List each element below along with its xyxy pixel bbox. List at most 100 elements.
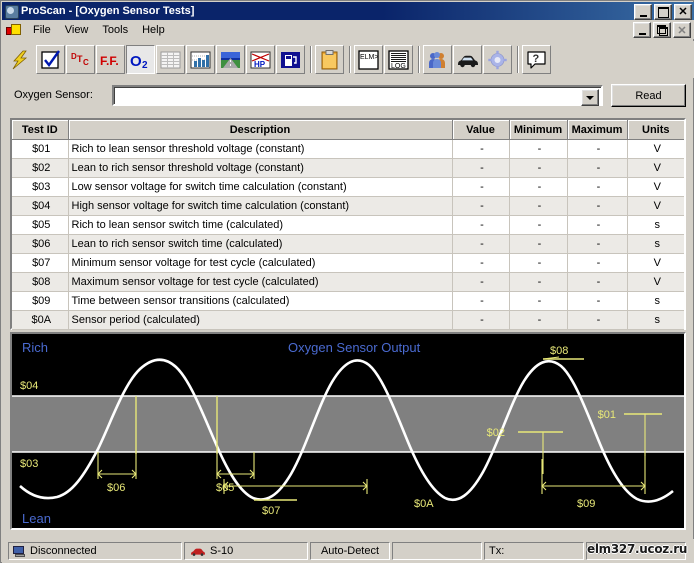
graph-title: Oxygen Sensor Output xyxy=(288,340,421,355)
table-row[interactable]: $0A Sensor period (calculated) - - - s xyxy=(12,310,684,330)
cell-value: - xyxy=(452,158,510,178)
fuel-economy-button[interactable] xyxy=(276,45,305,74)
cell-value: - xyxy=(452,177,510,197)
cell-description: Maximum sensor voltage for test cycle (c… xyxy=(68,272,453,292)
users-button[interactable] xyxy=(423,45,452,74)
cell-maximum: - xyxy=(567,139,628,159)
help-button[interactable]: ? xyxy=(522,45,551,74)
table-row[interactable]: $04 High sensor voltage for switch time c… xyxy=(12,196,684,216)
menu-item-view[interactable]: View xyxy=(58,22,96,38)
computer-icon xyxy=(13,545,26,557)
svg-text:LOG: LOG xyxy=(391,63,406,70)
menu-item-file[interactable]: File xyxy=(26,22,58,38)
close-button[interactable]: ✕ xyxy=(674,4,692,20)
status-vehicle-text: S-10 xyxy=(210,545,234,557)
cell-units: V xyxy=(627,158,684,178)
mdi-child-controls: ✕ xyxy=(633,22,691,38)
oxygen-sensor-graph: $06 $05 $07 $08 $0A $09 $02 $01 $04 $03 … xyxy=(10,332,686,530)
data-table-button[interactable] xyxy=(156,45,185,74)
dtc-button[interactable]: D T C xyxy=(66,45,95,74)
graph-label-lean: Lean xyxy=(22,511,51,526)
maximize-button[interactable] xyxy=(654,4,672,20)
vehicle-button[interactable] xyxy=(453,45,482,74)
table-row[interactable]: $01 Rich to lean sensor threshold voltage… xyxy=(12,139,684,159)
cell-units: s xyxy=(627,291,684,311)
gear-icon xyxy=(488,50,507,69)
child-minimize-button[interactable] xyxy=(633,22,651,38)
oxygen-sensor-button[interactable]: O 2 xyxy=(126,45,155,74)
table-row[interactable]: $03 Low sensor voltage for switch time ca… xyxy=(12,177,684,197)
menu-item-help[interactable]: Help xyxy=(135,22,172,38)
cell-maximum: - xyxy=(567,291,628,311)
cell-minimum: - xyxy=(509,177,568,197)
status-connection-text: Disconnected xyxy=(30,545,97,557)
cell-test-id: $03 xyxy=(12,177,69,197)
table-row[interactable]: $07 Minimum sensor voltage for test cycle… xyxy=(12,253,684,273)
annotation-label-$06: $06 xyxy=(107,482,125,494)
column-header-units[interactable]: Units xyxy=(627,120,684,140)
table-row[interactable]: $05 Rich to lean sensor switch time (calc… xyxy=(12,215,684,235)
status-bar: Disconnected S-10 Auto-Detect Tx: Rx: xyxy=(2,539,694,563)
svg-text:O: O xyxy=(130,53,142,70)
elm-terminal-button[interactable]: ELM> xyxy=(354,45,383,74)
log-button[interactable]: LOG xyxy=(384,45,413,74)
annotation-label-$08: $08 xyxy=(550,345,568,357)
connect-lightning-button[interactable] xyxy=(6,45,35,74)
clipboard-button[interactable] xyxy=(315,45,344,74)
cell-test-id: $0A xyxy=(12,310,69,330)
log-file-icon: LOG xyxy=(388,49,409,70)
window-title: ProScan - [Oxygen Sensor Tests] xyxy=(21,5,195,17)
column-header-maximum[interactable]: Maximum xyxy=(567,120,628,140)
horsepower-button[interactable]: HP xyxy=(246,45,275,74)
cell-description: Lean to rich sensor switch time (calcula… xyxy=(68,234,453,254)
child-restore-button[interactable] xyxy=(653,22,671,38)
read-button[interactable]: Read xyxy=(611,84,686,107)
column-header-minimum[interactable]: Minimum xyxy=(509,120,568,140)
mdi-document-icon[interactable] xyxy=(6,23,21,37)
cell-test-id: $06 xyxy=(12,234,69,254)
column-header-value[interactable]: Value xyxy=(452,120,510,140)
table-row[interactable]: $06 Lean to rich sensor switch time (calc… xyxy=(12,234,684,254)
dashboard-road-button[interactable] xyxy=(216,45,245,74)
table-row[interactable]: $08 Maximum sensor voltage for test cycle… xyxy=(12,272,684,292)
column-header-test-id[interactable]: Test ID xyxy=(12,120,69,140)
toolbar: D T C F.F. O 2 HP ELM> LOG ? xyxy=(2,41,694,78)
cell-value: - xyxy=(452,234,510,254)
bar-graph-button[interactable] xyxy=(186,45,215,74)
table-row[interactable]: $02 Lean to rich sensor threshold voltage… xyxy=(12,158,684,178)
table-row[interactable]: $09 Time between sensor transitions (calc… xyxy=(12,291,684,311)
cell-units: V xyxy=(627,272,684,292)
child-close-button[interactable]: ✕ xyxy=(673,22,691,38)
car-icon xyxy=(190,547,206,556)
chevron-down-icon[interactable] xyxy=(581,89,599,106)
question-mark-icon: ? xyxy=(527,50,546,69)
cell-units: V xyxy=(627,196,684,216)
fuel-pump-icon xyxy=(281,51,300,68)
oxygen-sensor-label: Oxygen Sensor: xyxy=(14,89,93,101)
results-table: Test ID Description Value Minimum Maximu… xyxy=(12,120,684,330)
graph-label-$03: $03 xyxy=(20,458,38,470)
annotation-label-$07: $07 xyxy=(262,505,280,517)
status-protocol-panel: Auto-Detect xyxy=(310,542,390,560)
column-header-description[interactable]: Description xyxy=(68,120,453,140)
graph-label-rich: Rich xyxy=(22,340,48,355)
cell-minimum: - xyxy=(509,291,568,311)
cell-minimum: - xyxy=(509,139,568,159)
freeze-frame-button[interactable]: F.F. xyxy=(96,45,125,74)
settings-gear-button[interactable] xyxy=(483,45,512,74)
road-dashboard-icon xyxy=(221,51,240,68)
annotation-label-$0A: $0A xyxy=(414,498,434,510)
application-window: ProScan - [Oxygen Sensor Tests] ✕ File V… xyxy=(0,0,694,563)
checkmark-box-icon xyxy=(41,49,60,69)
menu-item-tools[interactable]: Tools xyxy=(95,22,135,38)
annotation-label-$09: $09 xyxy=(577,498,595,510)
oxygen-sensor-combobox[interactable] xyxy=(112,85,603,106)
cell-test-id: $05 xyxy=(12,215,69,235)
freeze-frame-icon: F.F. xyxy=(100,54,119,68)
cell-minimum: - xyxy=(509,253,568,273)
bar-chart-icon xyxy=(190,51,211,68)
cell-value: - xyxy=(452,310,510,330)
minimize-button[interactable] xyxy=(634,4,652,20)
oxygen-sensor-results-grid[interactable]: Test ID Description Value Minimum Maximu… xyxy=(10,118,686,330)
readiness-tests-button[interactable] xyxy=(36,45,65,74)
